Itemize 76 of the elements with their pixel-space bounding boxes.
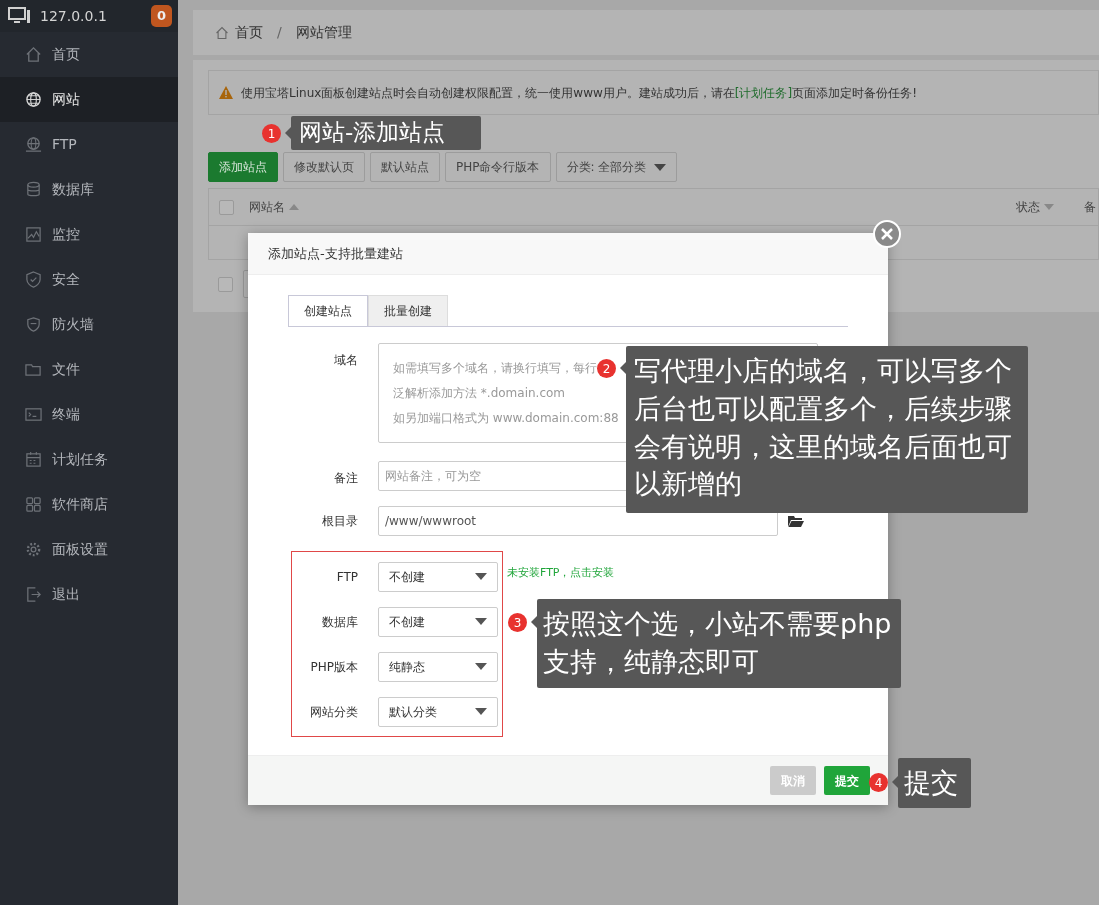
shield-icon: [25, 271, 42, 288]
sidebar-item[interactable]: 退出: [0, 572, 178, 617]
dropdown[interactable]: 默认分类: [378, 696, 498, 727]
sidebar-item[interactable]: 文件: [0, 347, 178, 392]
toolbar-button[interactable]: PHP命令行版本: [445, 152, 551, 182]
monitor-icon: [8, 7, 32, 25]
breadcrumb-link[interactable]: 网站管理: [295, 22, 352, 43]
root-directory-field[interactable]: /www/wwwroot: [378, 506, 778, 536]
sidebar-item[interactable]: 监控: [0, 212, 178, 257]
field-label: 数据库: [321, 613, 358, 631]
sidebar-item[interactable]: 安全: [0, 257, 178, 302]
toolbar-button[interactable]: 添加站点: [208, 152, 278, 182]
logout-icon: [25, 586, 42, 603]
checkbox[interactable]: [218, 276, 233, 292]
globe-icon: [25, 136, 42, 153]
notification-count: 0: [150, 5, 172, 27]
dropdown[interactable]: 纯静态: [378, 651, 498, 682]
calendar-icon: [25, 451, 42, 468]
notice-text: 使用宝塔Linux面板创建站点时会自动创建权限配置，统一使用www用户。建站成功后，请在[计划任务]页面添加定时备份任务!: [241, 84, 917, 102]
field-label: FTP: [335, 568, 358, 586]
settings-icon: [25, 541, 42, 558]
caret-icon: [475, 573, 487, 580]
dropdown[interactable]: 不创建: [378, 606, 498, 637]
tab[interactable]: 创建站点: [288, 295, 368, 326]
placeholder-text: 泛解析添加方法 *.domain.com: [393, 385, 565, 402]
tab[interactable]: 批量创建: [368, 295, 448, 326]
database-icon: [25, 181, 42, 198]
breadcrumb-separator: /: [277, 23, 282, 42]
caret-icon: [654, 163, 667, 171]
grid-icon: [25, 496, 42, 513]
terminal-icon: [25, 406, 42, 423]
callout-tooltip: 按照这个选，小站不需要php支持，纯静态即可: [537, 599, 902, 688]
sidebar-item[interactable]: 数据库: [0, 167, 178, 212]
folder-icon: [25, 361, 42, 378]
globe-icon: [25, 91, 42, 108]
callout-tooltip: 网站-添加站点: [291, 116, 481, 150]
sidebar-item[interactable]: 首页: [0, 32, 178, 77]
caret-icon: [475, 708, 487, 715]
sidebar-item[interactable]: 防火墙: [0, 302, 178, 347]
dropdown[interactable]: 不创建: [378, 561, 498, 592]
callout-tooltip: 写代理小店的域名，可以写多个后台也可以配置多个，后续步骤会有说明，这里的域名后面也可以新增的: [626, 346, 1029, 513]
field-label: 域名: [333, 352, 358, 369]
field-label: 网站分类: [309, 703, 358, 721]
sidebar-item[interactable]: FTP: [0, 122, 178, 167]
sidebar-item[interactable]: 终端: [0, 392, 178, 437]
close-icon: [881, 228, 893, 240]
dialog-title: 添加站点-支持批量建站: [268, 244, 403, 263]
column-header[interactable]: 备: [1084, 198, 1096, 216]
warning-icon: [219, 86, 233, 99]
caret-icon: [475, 663, 487, 670]
placeholder-text: 如另加端口格式为 www.domain.com:88: [393, 410, 619, 427]
house-icon: [25, 46, 42, 63]
sidebar-item[interactable]: 面板设置: [0, 527, 178, 572]
field-label: PHP版本: [309, 658, 358, 676]
toolbar-button[interactable]: 修改默认页: [283, 152, 365, 182]
column-header[interactable]: 状态: [1016, 198, 1040, 216]
checkbox[interactable]: [219, 199, 234, 215]
server-address: 127.0.0.1: [40, 6, 107, 26]
sort-icon: [289, 204, 299, 210]
callout-tooltip: 提交: [898, 758, 971, 808]
toolbar-button[interactable]: 默认站点: [370, 152, 440, 182]
sidebar-item[interactable]: 软件商店: [0, 482, 178, 527]
placeholder-text: 如需填写多个域名，请换行填写，每行: [393, 360, 597, 377]
field-label: 根目录: [321, 513, 358, 530]
chart-icon: [25, 226, 42, 243]
folder-icon[interactable]: [788, 515, 804, 527]
column-header[interactable]: 网站名: [249, 198, 285, 216]
house-icon: [215, 25, 229, 40]
category-filter[interactable]: 分类: 全部分类: [555, 152, 678, 182]
sort-icon: [1044, 204, 1054, 210]
sidebar-item[interactable]: 网站: [0, 77, 178, 122]
caret-icon: [475, 618, 487, 625]
breadcrumb-link[interactable]: 首页: [235, 22, 263, 43]
shield-icon: [25, 316, 42, 333]
field-label: 备注: [333, 470, 358, 487]
sidebar-item[interactable]: 计划任务: [0, 437, 178, 482]
